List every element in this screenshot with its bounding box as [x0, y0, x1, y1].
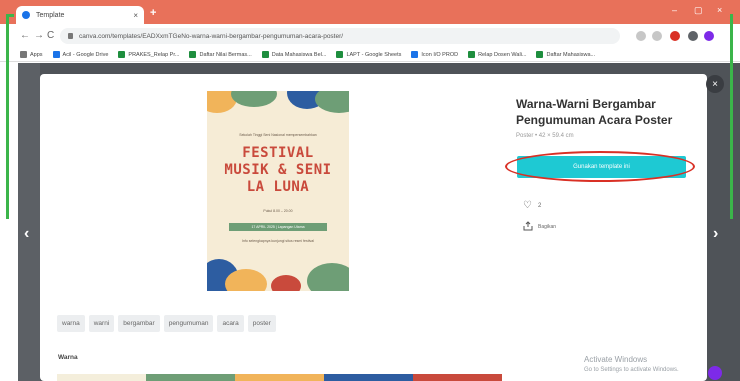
tag-chip[interactable]: warna	[57, 315, 85, 332]
tag-chip[interactable]: poster	[247, 315, 276, 332]
bookmark-item[interactable]: Acil - Google Drive	[52, 51, 109, 58]
template-size: Poster • 42 × 59.4 cm	[516, 133, 574, 139]
poster-blob	[271, 275, 301, 291]
sheet-icon	[336, 51, 344, 58]
screen: Template × + – ▢ × ← → C canva.com/templ…	[0, 0, 740, 381]
bookmark-item[interactable]: Daftar Mahasiswa...	[536, 51, 595, 58]
poster-title: FESTIVAL MUSIK & SENI LA LUNA	[213, 145, 343, 196]
colors-section-label: Warna	[58, 354, 78, 361]
extension-icon[interactable]	[670, 31, 680, 41]
previous-arrow-icon[interactable]: ‹	[24, 225, 29, 243]
color-swatch[interactable]	[57, 374, 146, 381]
bookmark-label: Daftar Mahasiswa...	[546, 51, 596, 58]
sheet-icon	[536, 51, 544, 58]
bookmark-item[interactable]: Icon I/O PROD	[411, 51, 458, 58]
poster-top-text: Sekolah Tinggi Seni Nasional mempersemba…	[239, 133, 317, 137]
tab-close-icon[interactable]: ×	[133, 11, 138, 20]
poster-title-line: FESTIVAL	[242, 145, 314, 161]
poster-blob	[315, 91, 349, 113]
poster-bottom-text: Info selengkapnya kunjungi situs resmi f…	[242, 239, 314, 243]
annotation-frame-top	[6, 14, 14, 17]
maximize-button[interactable]: ▢	[694, 5, 703, 16]
bookmark-item[interactable]: Relap Dosen Wali...	[468, 51, 526, 58]
translate-icon[interactable]	[636, 31, 646, 41]
bookmark-label: Acil - Google Drive	[62, 51, 109, 58]
heart-icon[interactable]: ♡	[523, 200, 532, 211]
new-tab-button[interactable]: +	[150, 7, 156, 19]
annotation-frame-left	[6, 14, 9, 219]
sheet-icon	[468, 51, 476, 58]
url-text: canva.com/templates/EADXxmTGeNo-warna-wa…	[79, 32, 344, 40]
highlight-ring	[505, 151, 695, 182]
poster-blob	[307, 263, 349, 291]
poster-blob	[231, 91, 277, 107]
color-swatches	[57, 374, 502, 381]
bookmark-label: Apps	[30, 51, 43, 58]
canva-favicon-icon	[22, 11, 30, 19]
bookmark-label: PRAKES_Relap Pr...	[128, 51, 180, 58]
profile-avatar[interactable]	[704, 31, 714, 41]
color-swatch[interactable]	[146, 374, 235, 381]
like-count: 2	[538, 203, 542, 209]
browser-tab[interactable]: Template ×	[16, 6, 144, 24]
poster-preview: Sekolah Tinggi Seni Nasional mempersemba…	[207, 91, 349, 291]
back-button[interactable]: ←	[20, 30, 30, 41]
forward-button[interactable]: →	[34, 30, 44, 41]
bookmark-item[interactable]: PRAKES_Relap Pr...	[118, 51, 179, 58]
activate-windows-watermark: Activate Windows Go to Settings to activ…	[584, 354, 679, 376]
tag-chip[interactable]: pengumuman	[163, 315, 214, 332]
poster-date-banner: 17 APRIL 2025 | Lapangan Utama	[229, 223, 327, 231]
help-button[interactable]	[708, 366, 722, 380]
tag-chip[interactable]: bergambar	[118, 315, 160, 332]
poster-title-line: MUSIK & SENI	[224, 162, 332, 178]
bookmark-label: LAPT - Google Sheets	[346, 51, 402, 58]
lock-icon	[68, 33, 73, 39]
watermark-line: Activate Windows	[584, 355, 648, 364]
sheet-icon	[118, 51, 126, 58]
poster-blob	[225, 269, 267, 291]
poster-time-text: Pukul 8.00 – 20.00	[263, 209, 293, 213]
bookmark-label: Relap Dosen Wali...	[478, 51, 527, 58]
tag-chip[interactable]: warni	[88, 315, 115, 332]
sheet-icon	[261, 51, 269, 58]
bookmark-apps[interactable]: Apps	[20, 51, 43, 58]
bookmark-label: Icon I/O PROD	[421, 51, 459, 58]
bookmark-item[interactable]: Data Mahasiswa Bel...	[261, 51, 327, 58]
annotation-frame-right	[730, 14, 733, 219]
color-swatch[interactable]	[324, 374, 413, 381]
star-icon[interactable]	[652, 31, 662, 41]
minimize-button[interactable]: –	[672, 5, 677, 15]
share-label[interactable]: Bagikan	[538, 224, 556, 230]
bookmark-item[interactable]: Daftar Nilai Bermas...	[189, 51, 252, 58]
poster-title-line: LA LUNA	[246, 179, 310, 195]
modal-close-icon[interactable]: ×	[706, 75, 724, 93]
backdrop-thumbnails	[18, 63, 40, 381]
bookmark-item[interactable]: LAPT - Google Sheets	[336, 51, 401, 58]
template-title: Warna-Warni Bergambar Pengumuman Acara P…	[516, 97, 673, 127]
tab-title: Template	[36, 11, 65, 19]
url-field[interactable]: canva.com/templates/EADXxmTGeNo-warna-wa…	[60, 28, 620, 44]
bookmark-label: Daftar Nilai Bermas...	[199, 51, 252, 58]
share-icon[interactable]	[523, 221, 533, 231]
apps-icon	[20, 51, 27, 58]
watermark-line: Go to Settings to activate Windows.	[584, 367, 679, 373]
color-swatch[interactable]	[235, 374, 324, 381]
tag-list: warna warni bergambar pengumuman acara p…	[57, 315, 276, 332]
sheet-icon	[189, 51, 197, 58]
window-close-button[interactable]: ×	[717, 5, 722, 15]
drive-icon	[52, 51, 60, 58]
puzzle-icon[interactable]	[688, 31, 698, 41]
next-arrow-icon[interactable]: ›	[713, 225, 718, 243]
bookmark-label: Data Mahasiswa Bel...	[271, 51, 327, 58]
doc-icon	[411, 51, 419, 58]
bookmarks-bar: Apps Acil - Google Drive PRAKES_Relap Pr…	[0, 48, 740, 62]
tag-chip[interactable]: acara	[217, 315, 244, 332]
color-swatch[interactable]	[413, 374, 502, 381]
reload-button[interactable]: C	[47, 30, 54, 41]
